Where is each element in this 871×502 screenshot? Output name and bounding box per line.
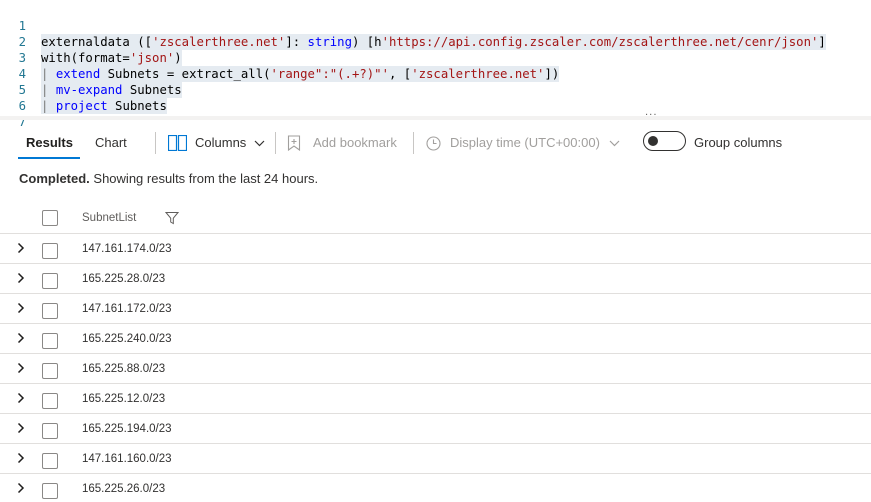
row-checkbox[interactable]	[42, 333, 58, 349]
toolbar-divider	[413, 132, 414, 154]
status-completed: Completed.	[19, 171, 90, 186]
columns-icon	[168, 135, 187, 151]
code-line-4[interactable]: 4 | mv-expand Subnets	[0, 50, 871, 98]
add-bookmark-label: Add bookmark	[313, 135, 397, 150]
code-line-3[interactable]: 3 | extend Subnets = extract_all('range"…	[0, 34, 871, 82]
table-row[interactable]: 147.161.160.0/23	[0, 444, 871, 474]
chevron-right-icon[interactable]	[14, 241, 28, 255]
row-checkbox[interactable]	[42, 423, 58, 439]
subnet-cell: 165.225.88.0/23	[82, 363, 166, 375]
columns-label: Columns	[195, 135, 247, 150]
chevron-right-icon[interactable]	[14, 301, 28, 315]
tab-results[interactable]: Results	[26, 133, 73, 153]
chevron-down-icon	[609, 140, 620, 147]
code-line-6[interactable]: 6	[0, 82, 871, 113]
code-line-1[interactable]: 1 externaldata (['zscalerthree.net']: st…	[0, 2, 871, 50]
subnet-cell: 165.225.194.0/23	[82, 423, 172, 435]
subnet-cell: 147.161.172.0/23	[82, 303, 172, 315]
pane-splitter[interactable]	[0, 116, 871, 120]
group-columns-label: Group columns	[694, 135, 783, 150]
code-line-2[interactable]: 2 with(format='json')	[0, 18, 871, 66]
chevron-down-icon	[254, 140, 265, 147]
toolbar-divider	[155, 132, 156, 154]
chevron-right-icon[interactable]	[14, 331, 28, 345]
row-checkbox[interactable]	[42, 483, 58, 499]
table-row[interactable]: 165.225.240.0/23	[0, 324, 871, 354]
display-time-dropdown[interactable]: Display time (UTC+00:00)	[426, 133, 620, 153]
chevron-right-icon[interactable]	[14, 421, 28, 435]
table-row[interactable]: 165.225.12.0/23	[0, 384, 871, 414]
subnet-cell: 147.161.160.0/23	[82, 453, 172, 465]
toolbar-divider	[275, 132, 276, 154]
row-checkbox[interactable]	[42, 393, 58, 409]
group-columns-toggle[interactable]	[643, 131, 686, 151]
chevron-right-icon[interactable]	[14, 361, 28, 375]
results-grid: SubnetList 147.161.174.0/23 165.225.28.0…	[0, 202, 871, 502]
chevron-right-icon[interactable]	[14, 451, 28, 465]
bookmark-icon	[287, 135, 301, 151]
row-checkbox[interactable]	[42, 243, 58, 259]
row-checkbox[interactable]	[42, 453, 58, 469]
grid-header-row: SubnetList	[0, 202, 871, 234]
subnet-cell: 165.225.26.0/23	[82, 483, 166, 495]
code-line-5[interactable]: 5 | project Subnets	[0, 66, 871, 114]
chevron-right-icon[interactable]	[14, 391, 28, 405]
table-row[interactable]: 165.225.26.0/23	[0, 474, 871, 502]
table-row[interactable]: 147.161.174.0/23	[0, 234, 871, 264]
clock-icon	[426, 135, 441, 151]
query-status: Completed. Showing results from the last…	[19, 171, 318, 187]
display-time-label: Display time (UTC+00:00)	[450, 135, 600, 150]
chevron-right-icon[interactable]	[14, 481, 28, 495]
select-all-checkbox[interactable]	[42, 210, 58, 226]
table-row[interactable]: 147.161.172.0/23	[0, 294, 871, 324]
table-row[interactable]: 165.225.88.0/23	[0, 354, 871, 384]
code-line-7[interactable]: 7	[0, 98, 871, 129]
tab-chart[interactable]: Chart	[95, 133, 127, 153]
column-header-subnetlist[interactable]: SubnetList	[82, 211, 136, 225]
subnet-cell: 165.225.240.0/23	[82, 333, 172, 345]
table-row[interactable]: 165.225.194.0/23	[0, 414, 871, 444]
chevron-right-icon[interactable]	[14, 271, 28, 285]
subnet-cell: 165.225.12.0/23	[82, 393, 166, 405]
filter-icon[interactable]	[164, 211, 180, 225]
row-checkbox[interactable]	[42, 273, 58, 289]
toggle-knob	[648, 136, 658, 146]
subnet-cell: 147.161.174.0/23	[82, 243, 172, 255]
row-checkbox[interactable]	[42, 363, 58, 379]
table-row[interactable]: 165.225.28.0/23	[0, 264, 871, 294]
row-checkbox[interactable]	[42, 303, 58, 319]
query-editor[interactable]: 1 externaldata (['zscalerthree.net']: st…	[0, 0, 871, 129]
columns-button[interactable]: Columns	[168, 133, 265, 153]
status-text: Showing results from the last 24 hours.	[89, 171, 319, 186]
active-tab-indicator	[18, 157, 80, 159]
add-bookmark-button[interactable]: Add bookmark	[287, 133, 397, 153]
results-toolbar: Results Chart Columns Add bookmark Displ…	[0, 122, 871, 162]
subnet-cell: 165.225.28.0/23	[82, 273, 166, 285]
